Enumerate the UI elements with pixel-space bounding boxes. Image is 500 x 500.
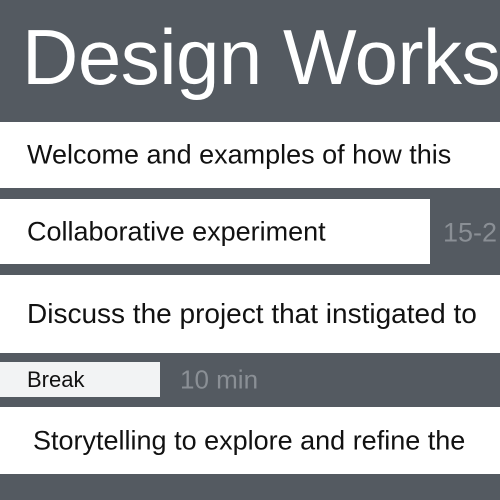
agenda-item-discuss-project: Discuss the project that instigated to [0,275,500,353]
agenda-item-label: Collaborative experiment [27,216,326,246]
agenda-item-duration: 15-2 [443,217,498,248]
agenda-item-welcome: Welcome and examples of how this [0,122,500,188]
agenda-item-label: Storytelling to explore and refine the [33,425,466,455]
agenda-item-storytelling: Storytelling to explore and refine the [0,407,500,474]
agenda-item-label: Break [27,366,85,392]
workshop-agenda-page: { "header": { "title": "Design Works" },… [0,0,500,500]
agenda-item-collaborative-experiment: Collaborative experiment [0,199,430,264]
agenda-item-label: Welcome and examples of how this [27,139,452,170]
agenda-item-break: Break [0,362,160,397]
page-title: Design Works [22,13,500,101]
agenda-item-duration: 10 min [180,364,259,395]
agenda-item-label: Discuss the project that instigated to [27,298,477,329]
